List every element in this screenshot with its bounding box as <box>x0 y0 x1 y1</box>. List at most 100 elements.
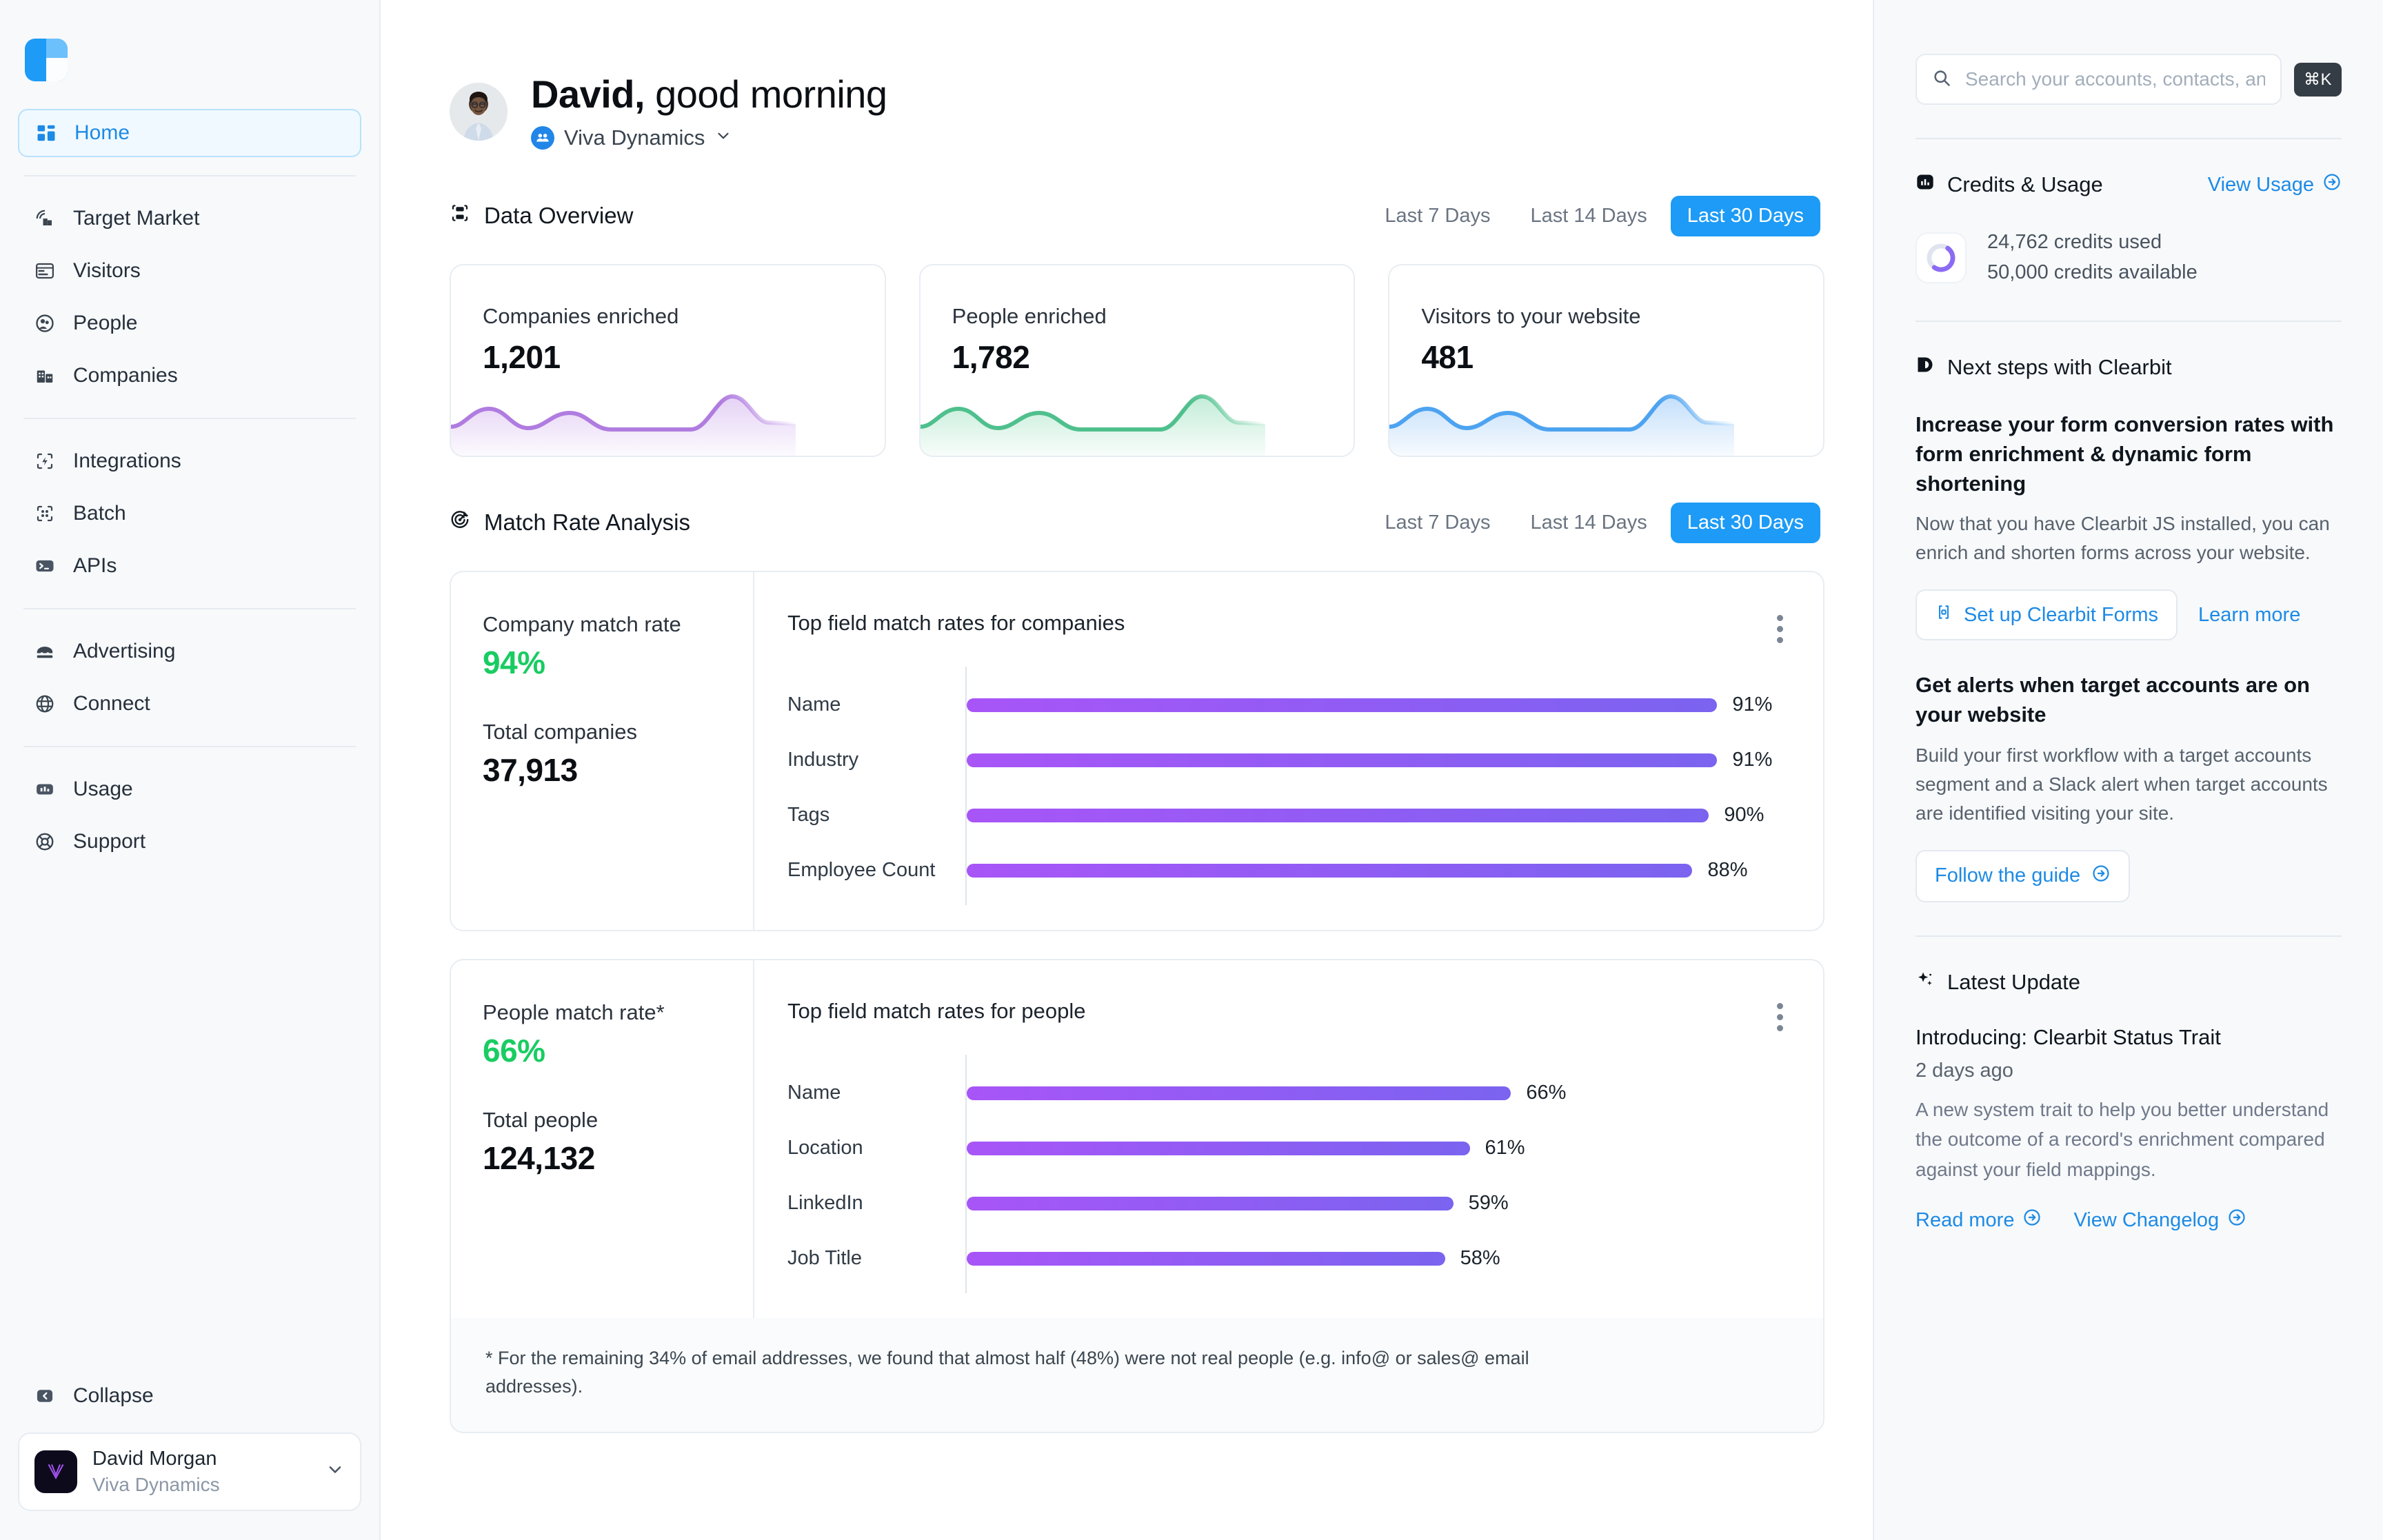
footnote-text: * For the remaining 34% of email address… <box>485 1344 1602 1402</box>
org-switcher[interactable]: Viva Dynamics <box>531 125 887 150</box>
integrations-icon <box>33 449 57 473</box>
sidebar-user-meta: David Morgan Viva Dynamics <box>92 1446 310 1497</box>
next-step-1-heading: Increase your form conversion rates with… <box>1916 410 2342 498</box>
people-match-rate-label: People match rate* <box>483 1000 721 1025</box>
company-match-rate-value: 94% <box>483 644 721 681</box>
total-companies-value: 37,913 <box>483 751 721 789</box>
stat-label: Visitors to your website <box>1421 304 1791 329</box>
chevron-left-icon <box>33 1384 57 1408</box>
greeting-row: David, good morning Viva Dynamics <box>450 0 1824 150</box>
people-chart-title: Top field match rates for people <box>787 999 1086 1024</box>
sidebar-group-data: Target Market Visitors <box>18 194 361 400</box>
sidebar-divider-1 <box>23 175 356 176</box>
follow-the-guide-label: Follow the guide <box>1935 864 2080 887</box>
sidebar: Home Target Market <box>0 0 381 1540</box>
sidebar-divider-4 <box>23 746 356 747</box>
bar-fill <box>967 698 1717 712</box>
people-bar-chart: Name 66% Location 61% <box>787 1066 1791 1286</box>
learn-more-link[interactable]: Learn more <box>2191 591 2307 639</box>
range-last-7-days[interactable]: Last 7 Days <box>1368 196 1507 236</box>
sidebar-item-batch[interactable]: Batch <box>18 489 361 538</box>
sidebar-item-apis[interactable]: APIs <box>18 542 361 590</box>
credits-used: 24,762 credits used <box>1987 227 2198 258</box>
target-market-icon <box>33 207 57 230</box>
companies-icon <box>33 364 57 387</box>
update-body: A new system trait to help you better un… <box>1916 1095 2342 1184</box>
bar-fill <box>967 1252 1445 1266</box>
sidebar-item-companies[interactable]: Companies <box>18 352 361 400</box>
sidebar-item-connect[interactable]: Connect <box>18 680 361 728</box>
view-changelog-label: View Changelog <box>2073 1209 2219 1232</box>
sidebar-item-label: Usage <box>73 778 133 801</box>
bar-value-label: 66% <box>1526 1082 1566 1104</box>
bar-value-label: 58% <box>1460 1247 1500 1270</box>
match-rate-title-group: Match Rate Analysis <box>450 509 690 536</box>
next-steps-title: Next steps with Clearbit <box>1947 355 2172 380</box>
sidebar-item-support[interactable]: Support <box>18 818 361 866</box>
read-more-link[interactable]: Read more <box>1916 1208 2042 1233</box>
sidebar-item-usage[interactable]: Usage <box>18 765 361 813</box>
greeting-text-block: David, good morning Viva Dynamics <box>531 73 887 150</box>
total-people-value: 124,132 <box>483 1139 721 1177</box>
search-box[interactable] <box>1916 54 2282 105</box>
view-usage-link[interactable]: View Usage <box>2208 172 2342 197</box>
bar-label: Job Title <box>787 1247 960 1270</box>
company-match-summary: Company match rate 94% Total companies 3… <box>451 572 754 930</box>
credits-header: Credits & Usage View Usage <box>1916 172 2342 197</box>
arrow-right-circle-icon <box>2022 1208 2042 1233</box>
more-options-icon[interactable] <box>1769 999 1791 1035</box>
range-last-14-days[interactable]: Last 14 Days <box>1514 503 1663 543</box>
next-step-1-body: Now that you have Clearbit JS installed,… <box>1916 509 2342 567</box>
set-up-clearbit-forms-button[interactable]: Set up Clearbit Forms <box>1916 589 2178 640</box>
dashboard-icon <box>34 121 58 145</box>
sidebar-item-home[interactable]: Home <box>18 109 361 157</box>
sidebar-item-target-market[interactable]: Target Market <box>18 194 361 243</box>
sparkline-chart <box>1389 373 1734 456</box>
bar-row: Name 66% <box>967 1066 1791 1121</box>
match-rate-range-toggle: Last 7 Days Last 14 Days Last 30 Days <box>1368 503 1820 543</box>
bar-row: Tags 90% <box>967 788 1791 843</box>
match-rate-footnote: * For the remaining 34% of email address… <box>450 1318 1824 1434</box>
sidebar-item-label: Home <box>74 121 130 145</box>
next-step-2-heading: Get alerts when target accounts are on y… <box>1916 671 2342 730</box>
globe-icon <box>33 692 57 716</box>
collapse-sidebar-button[interactable]: Collapse <box>18 1375 361 1417</box>
credits-title-group: Credits & Usage <box>1916 172 2103 197</box>
stat-card-companies-enriched[interactable]: Companies enriched 1,201 <box>450 264 886 457</box>
bar-value-label: 59% <box>1469 1192 1509 1215</box>
credits-icon <box>1916 172 1935 197</box>
batch-icon <box>33 502 57 525</box>
search-input[interactable] <box>1965 68 2265 90</box>
bar-row: Name 91% <box>967 678 1791 733</box>
bar-fill <box>967 864 1692 878</box>
sidebar-user-card[interactable]: David Morgan Viva Dynamics <box>18 1432 361 1511</box>
stat-card-people-enriched[interactable]: People enriched 1,782 <box>919 264 1356 457</box>
range-last-14-days[interactable]: Last 14 Days <box>1514 196 1663 236</box>
view-changelog-link[interactable]: View Changelog <box>2073 1208 2246 1233</box>
sidebar-item-label: Batch <box>73 502 126 525</box>
section-title-text: Match Rate Analysis <box>484 509 690 536</box>
credits-text: 24,762 credits used 50,000 credits avail… <box>1987 227 2198 287</box>
sidebar-item-people[interactable]: People <box>18 299 361 347</box>
right-rail: ⌘K Credits & Usage View Usage <box>1873 0 2383 1540</box>
sidebar-item-integrations[interactable]: Integrations <box>18 437 361 485</box>
bar-track: 88% <box>967 859 1791 882</box>
bar-label: Name <box>787 1082 960 1104</box>
sidebar-user-org: Viva Dynamics <box>92 1472 310 1497</box>
sidebar-item-label: Visitors <box>73 259 141 283</box>
range-last-30-days[interactable]: Last 30 Days <box>1671 503 1820 543</box>
search-icon <box>1932 68 1951 91</box>
sidebar-item-advertising[interactable]: Advertising <box>18 627 361 676</box>
sidebar-item-visitors[interactable]: Visitors <box>18 247 361 295</box>
stat-card-website-visitors[interactable]: Visitors to your website 481 <box>1388 264 1824 457</box>
clearbit-logo-icon[interactable] <box>25 39 68 81</box>
logo-wrap <box>18 0 361 109</box>
set-up-clearbit-forms-label: Set up Clearbit Forms <box>1964 604 2158 627</box>
stat-label: People enriched <box>952 304 1323 329</box>
bar-fill <box>967 1086 1511 1100</box>
range-last-7-days[interactable]: Last 7 Days <box>1368 503 1507 543</box>
follow-the-guide-button[interactable]: Follow the guide <box>1916 850 2130 902</box>
more-options-icon[interactable] <box>1769 611 1791 647</box>
range-last-30-days[interactable]: Last 30 Days <box>1671 196 1820 236</box>
clearbit-mark-icon <box>1916 355 1935 380</box>
